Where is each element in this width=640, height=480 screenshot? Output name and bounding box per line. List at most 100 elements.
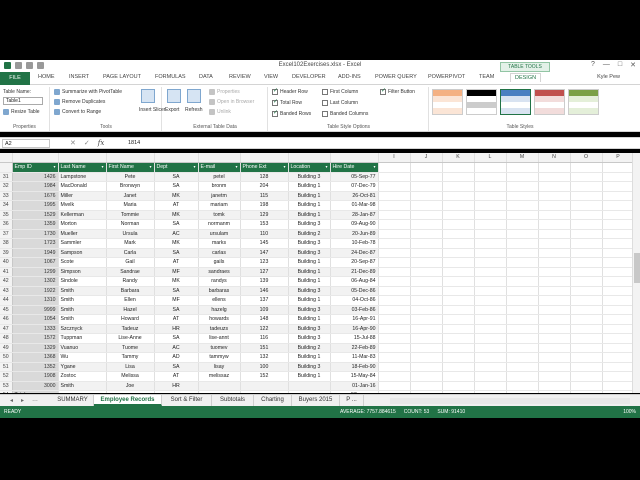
convert-range-button[interactable]: Convert to Range [54,109,101,115]
table-cell[interactable]: 115 [240,191,289,201]
grid-cell[interactable] [538,181,571,192]
grid-cell[interactable] [474,381,507,391]
grid-cell[interactable] [410,381,443,391]
table-cell[interactable]: 204 [240,181,289,192]
table-cell[interactable]: Building 2 [288,343,331,353]
table-cell[interactable]: 1310 [12,295,59,306]
grid-cell[interactable] [442,390,475,393]
table-cell[interactable]: MK [154,276,199,287]
table-cell[interactable]: Melissa [106,371,155,382]
filter-dropdown-icon[interactable]: ▾ [53,163,55,171]
total-label[interactable]: Total [12,390,59,393]
table-cell[interactable]: AC [154,343,199,353]
grid-cell[interactable] [442,248,475,258]
grid-cell[interactable] [442,333,475,344]
table-cell[interactable]: Smith [58,314,107,325]
table-cell[interactable]: 01-Jan-16 [330,381,379,391]
next-sheet-icon[interactable]: ▸ [21,397,24,404]
table-cell[interactable]: Sandrae [106,267,155,277]
grid-cell[interactable] [602,314,635,325]
row-number[interactable]: 49 [0,343,13,353]
table-cell[interactable]: Wu [58,352,107,363]
table-cell[interactable]: Gail [106,257,155,268]
grid-cell[interactable] [570,381,603,391]
table-cell[interactable]: SA [154,305,199,315]
grid-cell[interactable] [506,295,539,306]
worksheet-grid[interactable]: I J K L M N O P Emp ID ▾ Last Name ▾ First Name ▾ Dept… [0,153,640,393]
grid-cell[interactable] [474,181,507,192]
grid-cell[interactable] [538,219,571,230]
grid-cell[interactable] [602,305,635,315]
name-box[interactable]: A2 [2,139,50,148]
table-cell[interactable]: HR [154,381,199,391]
grid-cell[interactable] [570,248,603,258]
table-cell[interactable]: Miller [58,191,107,201]
table-column-header[interactable]: Last Name ▾ [58,162,107,173]
grid-cell[interactable] [410,248,443,258]
grid-cell[interactable] [378,267,411,277]
grid-cell[interactable] [570,219,603,230]
grid-cell[interactable] [506,210,539,220]
grid-cell[interactable] [602,191,635,201]
table-cell[interactable] [198,381,241,391]
tab-file[interactable]: FILE [0,72,30,85]
grid-cell[interactable] [538,324,571,334]
grid-cell[interactable] [570,162,603,173]
grid-cell[interactable] [506,371,539,382]
table-cell[interactable]: Smith [58,295,107,306]
table-cell[interactable] [288,390,331,393]
table-cell[interactable]: tomk [198,210,241,220]
grid-cell[interactable] [570,286,603,296]
table-cell[interactable]: Lise-Anne [106,333,155,344]
tab-formulas[interactable]: FORMULAS [155,74,186,80]
grid-cell[interactable] [602,324,635,334]
table-cell[interactable]: tammyw [198,352,241,363]
table-cell[interactable]: 10-Feb-78 [330,238,379,249]
grid-cell[interactable] [506,200,539,211]
table-cell[interactable]: 127 [240,267,289,277]
close-button[interactable]: ✕ [630,61,636,69]
table-cell[interactable]: 1949 [12,248,59,258]
row-number[interactable]: 52 [0,371,13,382]
grid-cell[interactable] [538,191,571,201]
grid-cell[interactable] [602,362,635,372]
tab-developer[interactable]: DEVELOPER [292,74,326,80]
grid-cell[interactable] [570,324,603,334]
table-cell[interactable]: 1352 [12,362,59,372]
table-cell[interactable]: 16-Apr-91 [330,314,379,325]
grid-cell[interactable] [378,371,411,382]
grid-cell[interactable] [474,371,507,382]
sheet-tab-charting[interactable]: Charting [254,395,292,406]
grid-cell[interactable] [410,343,443,353]
grid-cell[interactable] [506,286,539,296]
sheet-tab-sort-filter[interactable]: Sort & Filter [162,395,212,406]
refresh-icon[interactable] [187,89,201,103]
grid-cell[interactable] [602,333,635,344]
grid-cell[interactable] [570,191,603,201]
table-cell[interactable]: Hazel [106,305,155,315]
more-sheets-icon[interactable]: … [32,397,38,404]
grid-cell[interactable] [378,352,411,363]
grid-cell[interactable] [378,172,411,182]
grid-cell[interactable] [442,295,475,306]
table-cell[interactable]: 06-Aug-84 [330,276,379,287]
grid-cell[interactable] [474,200,507,211]
grid-cell[interactable] [538,257,571,268]
grid-cell[interactable] [474,238,507,249]
row-number[interactable]: 35 [0,210,13,220]
table-cell[interactable]: ursulam [198,229,241,239]
table-cell[interactable]: Howard [106,314,155,325]
table-cell[interactable]: Ursula [106,229,155,239]
tab-power-query[interactable]: POWER QUERY [375,74,417,80]
table-column-header[interactable]: Phone Ext ▾ [240,162,289,173]
table-cell[interactable]: Building 3 [288,219,331,230]
table-cell[interactable]: Building 1 [288,352,331,363]
table-cell[interactable]: Building 1 [288,210,331,220]
grid-cell[interactable] [442,343,475,353]
table-cell[interactable]: 110 [240,229,289,239]
grid-cell[interactable] [410,172,443,182]
grid-cell[interactable] [602,257,635,268]
table-cell[interactable]: Maria [106,200,155,211]
properties-button[interactable]: Properties [209,89,240,95]
grid-cell[interactable] [570,371,603,382]
